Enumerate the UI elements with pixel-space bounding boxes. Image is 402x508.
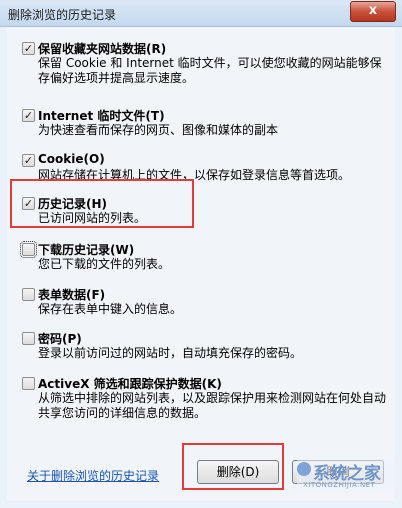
option-label: 表单数据(F) [38,288,106,302]
option-description: 保存在表单中键入的信息。 [38,302,183,316]
option-description: 为快速查看而保存的网页、图像和媒体的副本 [38,123,279,137]
dialog-body: ✓ 保留收藏夹网站数据(R) 保留 Cookie 和 Internet 临时文件… [7,27,401,501]
watermark: 系统之家 XITONGZHIJIA.NET [297,459,401,493]
checkbox-download-history[interactable] [20,241,37,258]
close-button[interactable]: x [350,1,396,22]
option-description: 您已下载的文件的列表。 [38,257,171,271]
option-description: 保留 Cookie 和 Internet 临时文件，可以使您收藏的网站能够保存偏… [38,56,382,85]
option-description: 从筛选中排除的网站列表，以及跟踪保护用来检测网站在何处自动共享您访问的详细信息的… [38,391,387,420]
checkbox-temp-files[interactable]: ✓ [22,109,35,122]
checkbox-activex-tracking[interactable] [22,377,35,390]
option-label: 密码(P) [38,332,82,346]
watermark-logo-icon [297,462,311,476]
option-label: 保留收藏夹网站数据(R) [38,42,167,56]
highlight-box-history [10,179,194,228]
checkbox-passwords[interactable] [22,332,35,345]
close-icon: x [368,3,378,18]
watermark-subtext: XITONGZHIJIA.NET [303,481,376,489]
checkbox-cookies[interactable]: ✓ [22,154,35,167]
checkbox-preserve-favorites[interactable]: ✓ [22,42,35,55]
window-title: 删除浏览的历史记录 [8,8,117,22]
option-label: 下载历史记录(W) [38,243,135,257]
about-delete-history-link[interactable]: 关于删除浏览的历史记录 [27,467,159,484]
option-description: 登录以前访问过的网站时，自动填充保存的密码。 [38,346,303,360]
title-bar: 删除浏览的历史记录 x [0,0,402,27]
checkbox-form-data[interactable] [22,288,35,301]
option-label: ActiveX 筛选和跟踪保护数据(K) [38,377,222,391]
option-label: Cookie(O) [38,152,105,166]
delete-button[interactable]: 删除(D) [197,460,279,484]
option-label: Internet 临时文件(T) [38,109,165,123]
